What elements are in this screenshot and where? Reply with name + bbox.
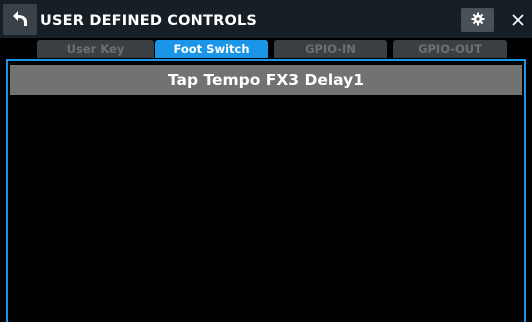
tab-foot-switch[interactable]: Foot Switch [155, 40, 268, 58]
screen-title: USER DEFINED CONTROLS [40, 13, 258, 29]
close-icon [512, 11, 524, 30]
assigned-function-button[interactable]: Tap Tempo FX3 Delay1 [10, 65, 522, 95]
tab-gpio-out[interactable]: GPIO-OUT [393, 40, 507, 58]
back-button[interactable] [3, 4, 37, 35]
tab-user-key[interactable]: User Key [37, 40, 154, 58]
tab-gpio-in[interactable]: GPIO-IN [274, 40, 387, 58]
title-bar: USER DEFINED CONTROLS [0, 0, 532, 38]
close-button[interactable] [506, 8, 530, 32]
foot-switch-panel: Tap Tempo FX3 Delay1 [6, 59, 526, 322]
gear-icon [471, 11, 485, 30]
back-arrow-icon [11, 9, 29, 31]
settings-button[interactable] [461, 8, 494, 32]
